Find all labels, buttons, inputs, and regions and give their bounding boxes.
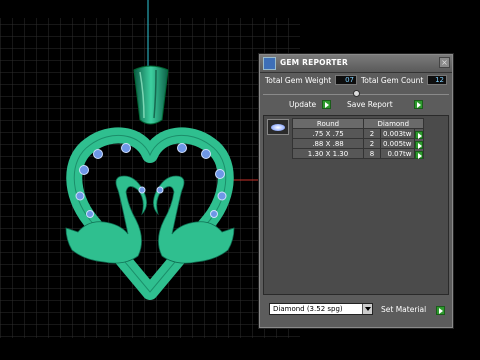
set-material-go-icon[interactable] [436,306,445,315]
gem-weight: 0.07tw [380,148,415,159]
round-gem-icon[interactable] [267,119,289,135]
row-select-icon[interactable] [414,150,423,159]
panel-title: GEM REPORTER [280,58,348,67]
column-header-material: Diamond [363,118,424,129]
gem-count: 2 [363,128,381,139]
panel-titlebar[interactable]: GEM REPORTER × [260,55,452,73]
close-icon[interactable]: × [439,57,450,68]
table-row: .88 X .88 2 0.005tw [292,138,424,149]
table-row: 1.30 X 1.30 8 0.07tw [292,148,424,159]
gem-reporter-panel: GEM REPORTER × Total Gem Weight 07 Total… [259,54,453,328]
total-weight-label: Total Gem Weight [265,76,332,85]
row-select-icon[interactable] [414,130,423,139]
gem-reporter-app-icon [263,57,276,70]
gem-size: 1.30 X 1.30 [292,148,364,159]
set-material-button[interactable]: Set Material [381,305,426,314]
gem-count: 8 [363,148,381,159]
gem-weight: 0.005tw [380,138,415,149]
material-select[interactable]: Diamond (3.52 spg) [269,303,373,315]
update-button[interactable]: Update [289,100,316,109]
gem-weight: 0.003tw [380,128,415,139]
update-go-icon[interactable] [322,100,331,109]
gem-table: Round Diamond .75 X .75 2 0.003tw .88 X … [292,118,424,159]
material-row: Diamond (3.52 spg) Set Material [263,301,449,317]
material-select-value: Diamond (3.52 spg) [273,305,343,313]
total-count-label: Total Gem Count [361,76,424,85]
gem-size: .75 X .75 [292,128,364,139]
pendant-bail [133,65,169,125]
gem-table-area: Round Diamond .75 X .75 2 0.003tw .88 X … [263,115,449,295]
totals-row: Total Gem Weight 07 Total Gem Count 12 [263,74,449,87]
gem-count: 2 [363,138,381,149]
table-row: .75 X .75 2 0.003tw [292,128,424,139]
slider-knob[interactable] [353,90,360,97]
save-report-button[interactable]: Save Report [347,100,393,109]
column-header-shape: Round [292,118,364,129]
total-count-value: 12 [427,75,447,85]
row-select-icon[interactable] [414,140,423,149]
chevron-down-icon[interactable] [362,304,372,314]
total-weight-value: 07 [335,75,357,85]
panel-slider[interactable] [263,90,449,99]
action-row: Update Save Report [263,99,449,111]
gem-size: .88 X .88 [292,138,364,149]
save-report-go-icon[interactable] [414,100,423,109]
